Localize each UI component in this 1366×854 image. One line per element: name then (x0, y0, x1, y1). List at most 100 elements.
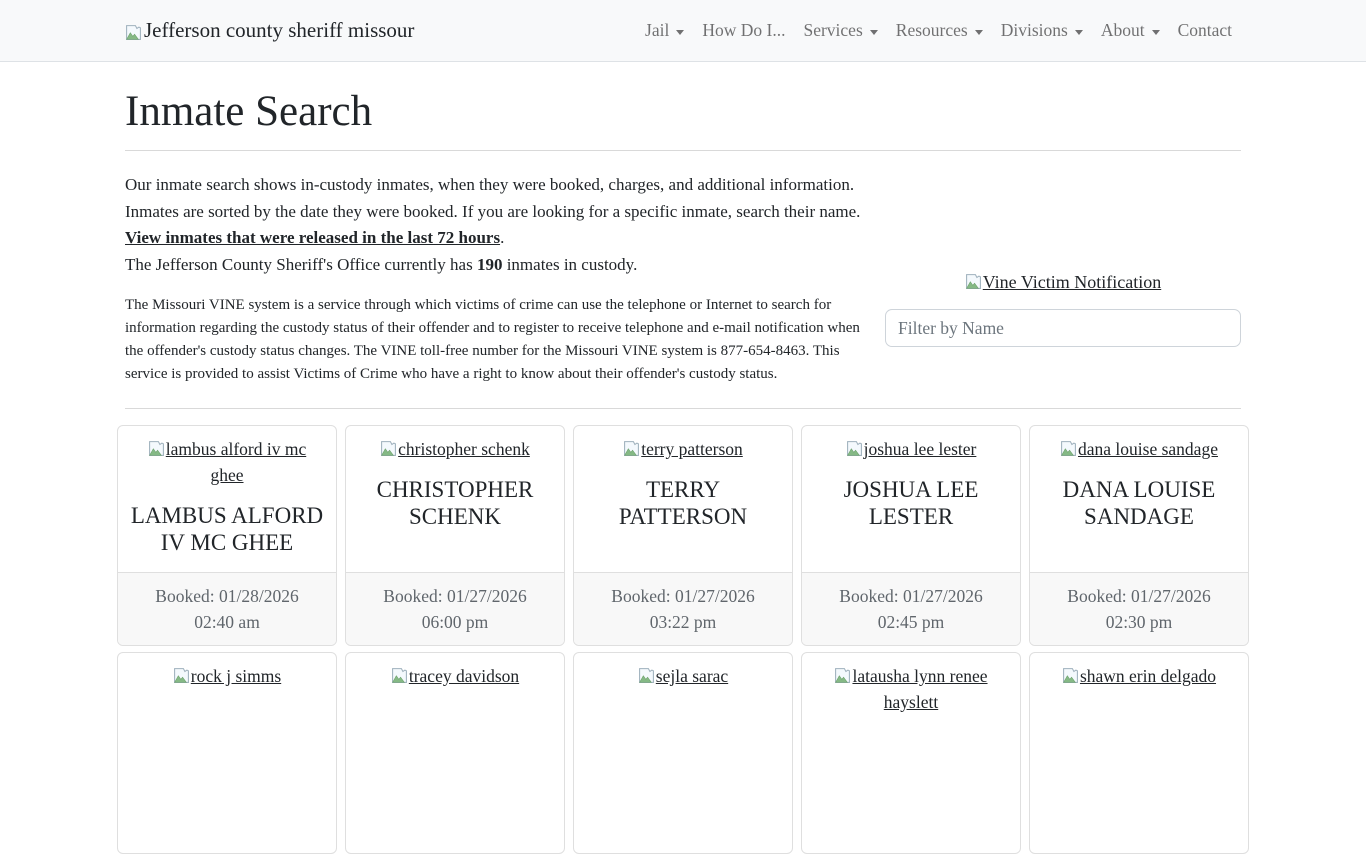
inmate-photo-alt: joshua lee lester (864, 439, 977, 459)
nav-item-divisions[interactable]: Divisions (992, 12, 1092, 49)
inmate-card-body: lambus alford iv mc ghee LAMBUS ALFORD I… (118, 426, 336, 572)
inmate-photo-link[interactable]: latausha lynn renee hayslett (834, 666, 987, 712)
booked-date: Booked: 01/27/2026 (1042, 583, 1236, 609)
inmate-photo-link[interactable]: sejla sarac (638, 666, 728, 686)
inmate-photo-link[interactable]: joshua lee lester (846, 439, 977, 459)
custody-text-prefix: The Jefferson County Sheriff's Office cu… (125, 255, 477, 274)
page-title: Inmate Search (125, 87, 1241, 136)
chevron-down-icon (1152, 30, 1160, 35)
sidebar-column: Vine Victim Notification (885, 167, 1241, 394)
navbar-container: Jefferson county sheriff missour Jail Ho… (125, 12, 1241, 49)
inmate-card-footer: Booked: 01/27/2026 06:00 pm (346, 572, 564, 645)
broken-image-icon (1060, 438, 1077, 455)
inmate-photo-alt: dana louise sandage (1078, 439, 1218, 459)
inmate-photo-link[interactable]: tracey davidson (391, 666, 519, 686)
inmate-card-body: dana louise sandage DANA LOUISE SANDAGE (1030, 426, 1248, 572)
filter-by-name-input[interactable] (885, 309, 1241, 347)
inmate-photo-alt: sejla sarac (656, 666, 728, 686)
booked-time: 03:22 pm (586, 609, 780, 635)
booked-date: Booked: 01/27/2026 (814, 583, 1008, 609)
broken-image-icon (965, 271, 982, 288)
booked-time: 02:45 pm (814, 609, 1008, 635)
inmate-photo-alt: terry patterson (641, 439, 743, 459)
inmate-card-grid: lambus alford iv mc ghee LAMBUS ALFORD I… (117, 425, 1249, 854)
nav-item-services[interactable]: Services (794, 12, 886, 49)
broken-image-icon (148, 438, 165, 455)
inmate-card-body: sejla sarac (574, 653, 792, 853)
inmate-card: shawn erin delgado (1029, 652, 1249, 854)
inmate-card: latausha lynn renee hayslett (801, 652, 1021, 854)
inmate-name: JOSHUA LEE LESTER (814, 476, 1008, 530)
broken-image-icon (846, 438, 863, 455)
chevron-down-icon (975, 30, 983, 35)
inmate-card-body: rock j simms (118, 653, 336, 853)
intro-section: Our inmate search shows in-custody inmat… (125, 167, 1241, 394)
inmate-card: tracey davidson (345, 652, 565, 854)
nav-item-about[interactable]: About (1092, 12, 1169, 49)
divider (125, 408, 1241, 409)
chevron-down-icon (676, 30, 684, 35)
brand-text: Jefferson county sheriff missour (144, 18, 414, 43)
broken-image-icon (623, 438, 640, 455)
inmate-photo-alt: christopher schenk (398, 439, 530, 459)
vine-link-wrap: Vine Victim Notification (885, 269, 1241, 295)
inmate-card-body: terry patterson TERRY PATTERSON (574, 426, 792, 572)
main-content: Inmate Search Our inmate search shows in… (125, 87, 1241, 854)
chevron-down-icon (1075, 30, 1083, 35)
inmate-photo-alt: tracey davidson (409, 666, 519, 686)
intro-text: Our inmate search shows in-custody inmat… (125, 175, 860, 221)
broken-image-icon (391, 665, 408, 682)
nav-item-label: Resources (896, 20, 968, 41)
inmate-photo-link[interactable]: christopher schenk (380, 439, 530, 459)
inmate-card-footer: Booked: 01/27/2026 02:30 pm (1030, 572, 1248, 645)
inmate-name: CHRISTOPHER SCHENK (358, 476, 552, 530)
inmate-card: sejla sarac (573, 652, 793, 854)
inmate-photo-link[interactable]: lambus alford iv mc ghee (148, 439, 306, 485)
inmate-name: TERRY PATTERSON (586, 476, 780, 530)
inmate-card-footer: Booked: 01/27/2026 03:22 pm (574, 572, 792, 645)
inmate-name: LAMBUS ALFORD IV MC GHEE (130, 502, 324, 556)
inmate-photo-alt: latausha lynn renee hayslett (852, 666, 987, 712)
broken-image-icon (173, 665, 190, 682)
inmate-card-body: tracey davidson (346, 653, 564, 853)
inmate-card: terry patterson TERRY PATTERSON Booked: … (573, 425, 793, 646)
broken-image-icon (380, 438, 397, 455)
broken-image-icon (125, 22, 142, 39)
nav-item-resources[interactable]: Resources (887, 12, 992, 49)
chevron-down-icon (870, 30, 878, 35)
booked-date: Booked: 01/27/2026 (586, 583, 780, 609)
broken-image-icon (638, 665, 655, 682)
intro-paragraph: Our inmate search shows in-custody inmat… (125, 172, 873, 278)
inmate-photo-link[interactable]: shawn erin delgado (1062, 666, 1216, 686)
inmate-card: rock j simms (117, 652, 337, 854)
inmate-name: DANA LOUISE SANDAGE (1042, 476, 1236, 530)
broken-image-icon (834, 665, 851, 682)
inmate-photo-alt: lambus alford iv mc ghee (166, 439, 306, 485)
nav-item-label: Jail (645, 20, 669, 41)
inmate-photo-link[interactable]: terry patterson (623, 439, 743, 459)
inmate-card-body: christopher schenk CHRISTOPHER SCHENK (346, 426, 564, 572)
booked-date: Booked: 01/27/2026 (358, 583, 552, 609)
nav-item-label: How Do I... (702, 20, 785, 41)
main-nav: Jail How Do I... Services Resources Divi… (636, 12, 1241, 49)
brand-link[interactable]: Jefferson county sheriff missour (125, 18, 414, 43)
inmate-card-body: joshua lee lester JOSHUA LEE LESTER (802, 426, 1020, 572)
inmate-card-footer: Booked: 01/27/2026 02:45 pm (802, 572, 1020, 645)
inmate-card-body: latausha lynn renee hayslett (802, 653, 1020, 853)
custody-text-suffix: inmates in custody. (502, 255, 637, 274)
nav-item-contact[interactable]: Contact (1169, 12, 1241, 49)
top-navbar: Jefferson county sheriff missour Jail Ho… (0, 0, 1366, 62)
vine-victim-notification-link[interactable]: Vine Victim Notification (965, 272, 1161, 292)
inmate-photo-link[interactable]: rock j simms (173, 666, 281, 686)
nav-item-how-do-i[interactable]: How Do I... (693, 12, 794, 49)
broken-image-icon (1062, 665, 1079, 682)
inmate-card-footer: Booked: 01/28/2026 02:40 am (118, 572, 336, 645)
inmate-card: christopher schenk CHRISTOPHER SCHENK Bo… (345, 425, 565, 646)
inmate-photo-alt: rock j simms (191, 666, 281, 686)
released-inmates-link[interactable]: View inmates that were released in the l… (125, 228, 500, 247)
custody-count: 190 (477, 255, 503, 274)
nav-item-jail[interactable]: Jail (636, 12, 693, 49)
nav-item-label: Contact (1178, 20, 1232, 41)
nav-item-label: About (1101, 20, 1145, 41)
inmate-photo-link[interactable]: dana louise sandage (1060, 439, 1218, 459)
